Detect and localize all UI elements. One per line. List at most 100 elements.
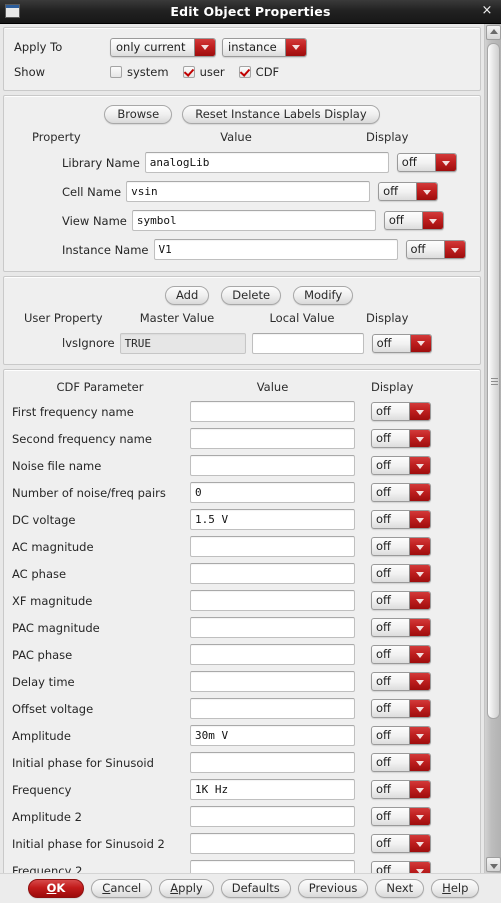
checkbox-system[interactable]: system (110, 65, 169, 79)
cdf-parameter-input[interactable] (190, 428, 355, 449)
cell-name-display-dropdown[interactable]: off (378, 182, 439, 201)
help-button[interactable]: Help (431, 879, 480, 898)
cdf-parameter-input[interactable]: 30m V (190, 725, 355, 746)
reset-instance-labels-display-button[interactable]: Reset Instance Labels Display (182, 104, 380, 124)
checkbox-cdf[interactable]: CDF (238, 65, 279, 79)
apply-scope-dropdown[interactable]: only current (110, 37, 216, 57)
library-name-input[interactable]: analogLib (144, 152, 389, 173)
next-button[interactable]: Next (375, 879, 425, 898)
cdf-parameter-input[interactable] (190, 806, 355, 827)
chevron-down-icon[interactable] (409, 457, 430, 474)
cdf-display-dropdown[interactable]: off (371, 618, 431, 637)
library-name-display-dropdown[interactable]: off (396, 153, 457, 172)
cdf-parameter-input[interactable] (190, 644, 355, 665)
chevron-down-icon[interactable] (409, 511, 430, 528)
cdf-display-dropdown[interactable]: off (371, 537, 431, 556)
chevron-down-icon[interactable] (409, 430, 430, 447)
lvsignore-display-dropdown[interactable]: off (371, 333, 432, 353)
cdf-parameter-label: Frequency 2 (12, 863, 83, 874)
cdf-display-dropdown[interactable]: off (371, 564, 431, 583)
cdf-display-dropdown[interactable]: off (371, 591, 431, 610)
scroll-up-arrow-icon[interactable] (486, 25, 501, 40)
cdf-parameter-input[interactable] (190, 590, 355, 611)
chevron-down-icon[interactable] (285, 38, 306, 56)
table-row: AC phase off (10, 560, 474, 587)
checkbox-system-box[interactable] (110, 65, 122, 78)
cdf-display-dropdown[interactable]: off (371, 834, 431, 853)
view-name-display-dropdown[interactable]: off (383, 211, 444, 230)
cdf-parameter-input[interactable] (190, 698, 355, 719)
chevron-down-icon[interactable] (409, 619, 430, 636)
chevron-down-icon[interactable] (421, 212, 443, 229)
cdf-parameter-input[interactable]: 0 (190, 482, 355, 503)
chevron-down-icon[interactable] (409, 646, 430, 663)
cdf-display-dropdown[interactable]: off (371, 429, 431, 448)
chevron-down-icon[interactable] (409, 334, 431, 352)
cdf-parameter-input[interactable] (190, 617, 355, 638)
scrollbar-thumb[interactable] (487, 43, 500, 719)
apply-button[interactable]: Apply (159, 879, 214, 898)
cdf-display-dropdown[interactable]: off (371, 483, 431, 502)
checkbox-user-box[interactable] (182, 65, 195, 78)
view-name-input[interactable]: symbol (131, 210, 376, 231)
chevron-down-icon[interactable] (416, 183, 438, 200)
defaults-button[interactable]: Defaults (220, 879, 291, 898)
checkbox-cdf-box[interactable] (238, 65, 251, 78)
cdf-parameter-input[interactable] (190, 536, 355, 557)
cdf-display-dropdown[interactable]: off (371, 753, 431, 772)
chevron-down-icon[interactable] (409, 538, 430, 555)
cdf-parameter-input[interactable] (190, 401, 355, 422)
cdf-parameter-input[interactable] (190, 860, 355, 873)
chevron-down-icon[interactable] (409, 700, 430, 717)
cdf-display-dropdown[interactable]: off (371, 672, 431, 691)
cdf-parameter-input[interactable]: 1K Hz (190, 779, 355, 800)
chevron-down-icon[interactable] (409, 781, 430, 798)
chevron-down-icon[interactable] (434, 154, 456, 171)
cdf-display-dropdown[interactable]: off (371, 699, 431, 718)
chevron-down-icon[interactable] (194, 38, 215, 56)
chevron-down-icon[interactable] (409, 592, 430, 609)
browse-button[interactable]: Browse (104, 104, 173, 124)
close-icon[interactable]: × (479, 3, 495, 19)
checkbox-user[interactable]: user (182, 65, 225, 79)
cdf-display-dropdown[interactable]: off (371, 456, 431, 475)
cdf-display-value: off (376, 539, 391, 553)
cdf-display-cell: off (371, 618, 431, 637)
vertical-scrollbar[interactable] (484, 24, 501, 873)
cdf-display-dropdown[interactable]: off (371, 402, 431, 421)
chevron-down-icon[interactable] (409, 673, 430, 690)
cdf-parameter-input[interactable] (190, 671, 355, 692)
cancel-button[interactable]: Cancel (91, 879, 153, 898)
modify-button[interactable]: Modify (293, 285, 354, 305)
chevron-down-icon[interactable] (409, 862, 430, 873)
chevron-down-icon[interactable] (443, 241, 465, 258)
chevron-down-icon[interactable] (409, 565, 430, 582)
add-button[interactable]: Add (165, 285, 210, 305)
cdf-parameter-input[interactable] (190, 833, 355, 854)
chevron-down-icon[interactable] (409, 727, 430, 744)
cdf-parameter-input[interactable]: 1.5 V (190, 509, 355, 530)
cdf-display-dropdown[interactable]: off (371, 780, 431, 799)
cell-name-input[interactable]: vsin (126, 181, 371, 202)
delete-button[interactable]: Delete (221, 285, 282, 305)
lvsignore-local-value-input[interactable] (251, 332, 364, 354)
apply-object-dropdown[interactable]: instance (222, 37, 307, 57)
cdf-parameter-input[interactable] (190, 455, 355, 476)
cdf-parameter-input[interactable] (190, 563, 355, 584)
instance-name-display-dropdown[interactable]: off (405, 240, 466, 259)
ok-button[interactable]: OK (27, 879, 85, 898)
previous-button[interactable]: Previous (297, 879, 369, 898)
chevron-down-icon[interactable] (409, 484, 430, 501)
cdf-display-dropdown[interactable]: off (371, 510, 431, 529)
scroll-down-arrow-icon[interactable] (486, 857, 501, 872)
chevron-down-icon[interactable] (409, 754, 430, 771)
instance-name-input[interactable]: V1 (153, 239, 398, 260)
cdf-display-dropdown[interactable]: off (371, 726, 431, 745)
cdf-display-dropdown[interactable]: off (371, 645, 431, 664)
chevron-down-icon[interactable] (409, 808, 430, 825)
cdf-display-dropdown[interactable]: off (371, 861, 431, 873)
chevron-down-icon[interactable] (409, 835, 430, 852)
cdf-display-dropdown[interactable]: off (371, 807, 431, 826)
chevron-down-icon[interactable] (409, 403, 430, 420)
cdf-parameter-input[interactable] (190, 752, 355, 773)
